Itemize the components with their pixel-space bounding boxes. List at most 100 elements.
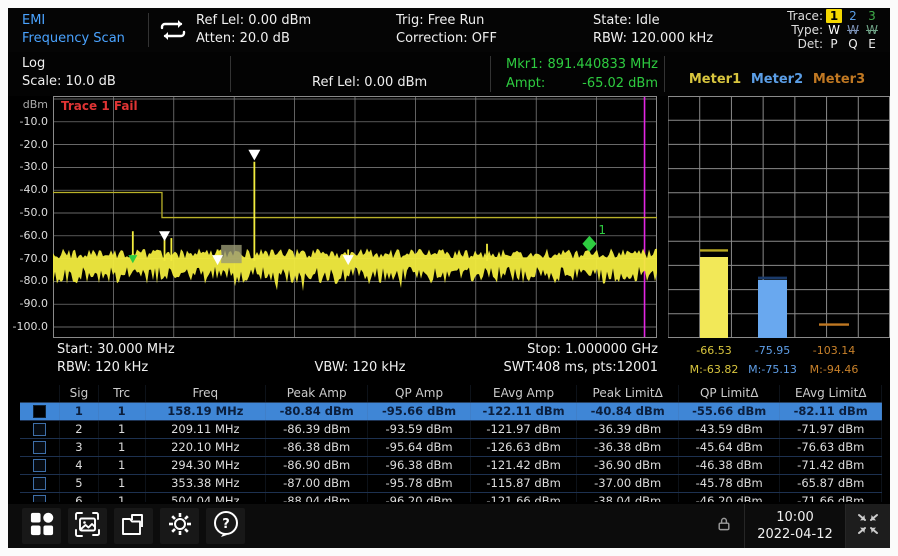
ampt-value: -65.02 dBm (582, 74, 658, 93)
table-cell: -87.00 dBm (266, 475, 368, 492)
meter-tab-3[interactable]: Meter3 (808, 72, 870, 87)
table-cell: 220.10 MHz (146, 439, 266, 456)
trace-summary-label: Trace: (779, 9, 823, 23)
trace-cell-3[interactable]: 3 (864, 9, 880, 23)
table-cell: -71.97 dBm (780, 421, 882, 438)
vbw-value-label: VBW: 120 kHz (295, 360, 425, 375)
file-save-button[interactable] (114, 508, 153, 544)
row-checkbox[interactable] (33, 459, 46, 472)
table-cell: -115.87 dBm (471, 475, 578, 492)
limit-fail-badge: Trace 1 Fail (61, 99, 138, 113)
row-checkbox[interactable] (33, 405, 46, 418)
row-checkbox[interactable] (33, 495, 46, 502)
table-cell: -71.66 dBm (780, 493, 882, 502)
y-axis-tick: -100.0 (13, 320, 48, 333)
continuous-sweep-icon[interactable] (158, 18, 188, 46)
table-row[interactable]: 41294.30 MHz-86.90 dBm-96.38 dBm-121.42 … (20, 457, 882, 475)
y-axis-tick: -80.0 (20, 274, 48, 287)
table-cell: -43.59 dBm (679, 421, 781, 438)
time-label: 10:00 (755, 509, 835, 526)
trace-cell-2[interactable]: 2 (845, 9, 861, 23)
scale-block[interactable]: Log Scale: 10.0 dB (22, 55, 116, 91)
log-label: Log (22, 55, 116, 73)
divider (664, 56, 665, 92)
peak-marker-white (159, 231, 170, 241)
rbw-label: RBW: 120.000 kHz (593, 30, 713, 48)
table-cell: 294.30 MHz (146, 457, 266, 474)
table-cell: 1 (99, 457, 146, 474)
table-cell: -71.42 dBm (780, 457, 882, 474)
mode-block[interactable]: EMI Frequency Scan (22, 12, 125, 48)
trace-cell-2[interactable]: Q (845, 37, 861, 51)
table-cell: -86.90 dBm (266, 457, 368, 474)
trace-summary-row: Type:WWW (779, 23, 880, 37)
row-checkbox[interactable] (33, 423, 46, 436)
y-axis-tick: -50.0 (20, 206, 48, 219)
table-row[interactable]: 31220.10 MHz-86.38 dBm-95.64 dBm-126.63 … (20, 439, 882, 457)
meter-tab-2[interactable]: Meter2 (746, 72, 808, 87)
table-cell: -86.38 dBm (266, 439, 368, 456)
help-button[interactable]: ? (206, 508, 245, 544)
column-header: Trc (99, 385, 146, 402)
state-rbw-block: State: Idle RBW: 120.000 kHz (593, 12, 713, 48)
trace-cell-1[interactable]: W (826, 23, 842, 37)
collapse-arrows-icon (856, 513, 880, 539)
trace-cell-1[interactable]: 1 (826, 9, 842, 23)
table-row[interactable]: 51353.38 MHz-87.00 dBm-95.78 dBm-115.87 … (20, 475, 882, 493)
column-header: Sig (60, 385, 98, 402)
table-cell: -121.66 dBm (471, 493, 578, 502)
row-checkbox[interactable] (33, 477, 46, 490)
row-checkbox-cell (20, 493, 60, 502)
table-cell: -40.84 dBm (577, 403, 679, 420)
home-menu-button[interactable] (22, 508, 61, 544)
table-cell: 158.19 MHz (146, 403, 266, 420)
meter-tab-1[interactable]: Meter1 (684, 72, 746, 87)
table-cell: -86.39 dBm (266, 421, 368, 438)
table-cell: 1 (99, 475, 146, 492)
table-cell: 6 (60, 493, 98, 502)
screen-name: Frequency Scan (22, 30, 125, 48)
signal-table: SigTrcFreqPeak AmpQP AmpEAvg AmpPeak Lim… (20, 385, 882, 502)
table-row[interactable]: 21209.11 MHz-86.39 dBm-93.59 dBm-121.97 … (20, 421, 882, 439)
table-cell: -88.04 dBm (266, 493, 368, 502)
table-cell: -45.64 dBm (679, 439, 781, 456)
table-cell: 1 (99, 493, 146, 502)
table-cell: 4 (60, 457, 98, 474)
row-checkbox-cell (20, 403, 60, 420)
table-cell: -38.04 dBm (577, 493, 679, 502)
marker1-diamond (582, 236, 596, 252)
table-cell: -95.66 dBm (368, 403, 470, 420)
table-cell: -126.63 dBm (471, 439, 578, 456)
collapse-screen-button[interactable] (846, 504, 890, 548)
table-cell: 1 (99, 421, 146, 438)
trace-cell-1[interactable]: P (826, 37, 842, 51)
meter-max-value-3: M:-94.46 (794, 363, 874, 376)
trace-cell-3[interactable]: E (864, 37, 880, 51)
meter-bargraph-panel (668, 96, 890, 338)
trace-summary[interactable]: Trace:123Type:WWWDet:PQE (779, 9, 880, 51)
table-row[interactable]: 61504.04 MHz-88.04 dBm-96.20 dBm-121.66 … (20, 493, 882, 502)
column-header: QP LimitΔ (679, 385, 781, 402)
table-row[interactable]: 11158.19 MHz-80.84 dBm-95.66 dBm-122.11 … (20, 403, 882, 421)
ref-atten-block: Ref Lel: 0.00 dBm Atten: 20.0 dB (196, 12, 311, 48)
y-axis-tick: -10.0 (20, 115, 48, 128)
clock[interactable]: 10:00 2022-04-12 (744, 504, 846, 548)
gear-icon (166, 510, 194, 542)
spectrum-plot[interactable]: 1 Trace 1 Fail (53, 96, 657, 338)
trace-summary-row: Det:PQE (779, 37, 880, 51)
trace-cell-3[interactable]: W (864, 23, 880, 37)
lock-icon (716, 516, 732, 536)
settings-button[interactable] (160, 508, 199, 544)
rbw-value-label: RBW: 120 kHz (57, 360, 148, 375)
trace-summary-row: Trace:123 (779, 9, 880, 23)
correction-label: Correction: OFF (396, 30, 497, 48)
start-freq-label: Start: 30.000 MHz (57, 342, 175, 357)
column-header: EAvg Amp (471, 385, 578, 402)
state-label: State: Idle (593, 12, 713, 30)
screenshot-button[interactable] (68, 508, 107, 544)
row-checkbox[interactable] (33, 441, 46, 454)
row-checkbox-cell (20, 457, 60, 474)
trace-cell-2[interactable]: W (845, 23, 861, 37)
header-checkbox-spacer (20, 385, 60, 402)
table-cell: 353.38 MHz (146, 475, 266, 492)
